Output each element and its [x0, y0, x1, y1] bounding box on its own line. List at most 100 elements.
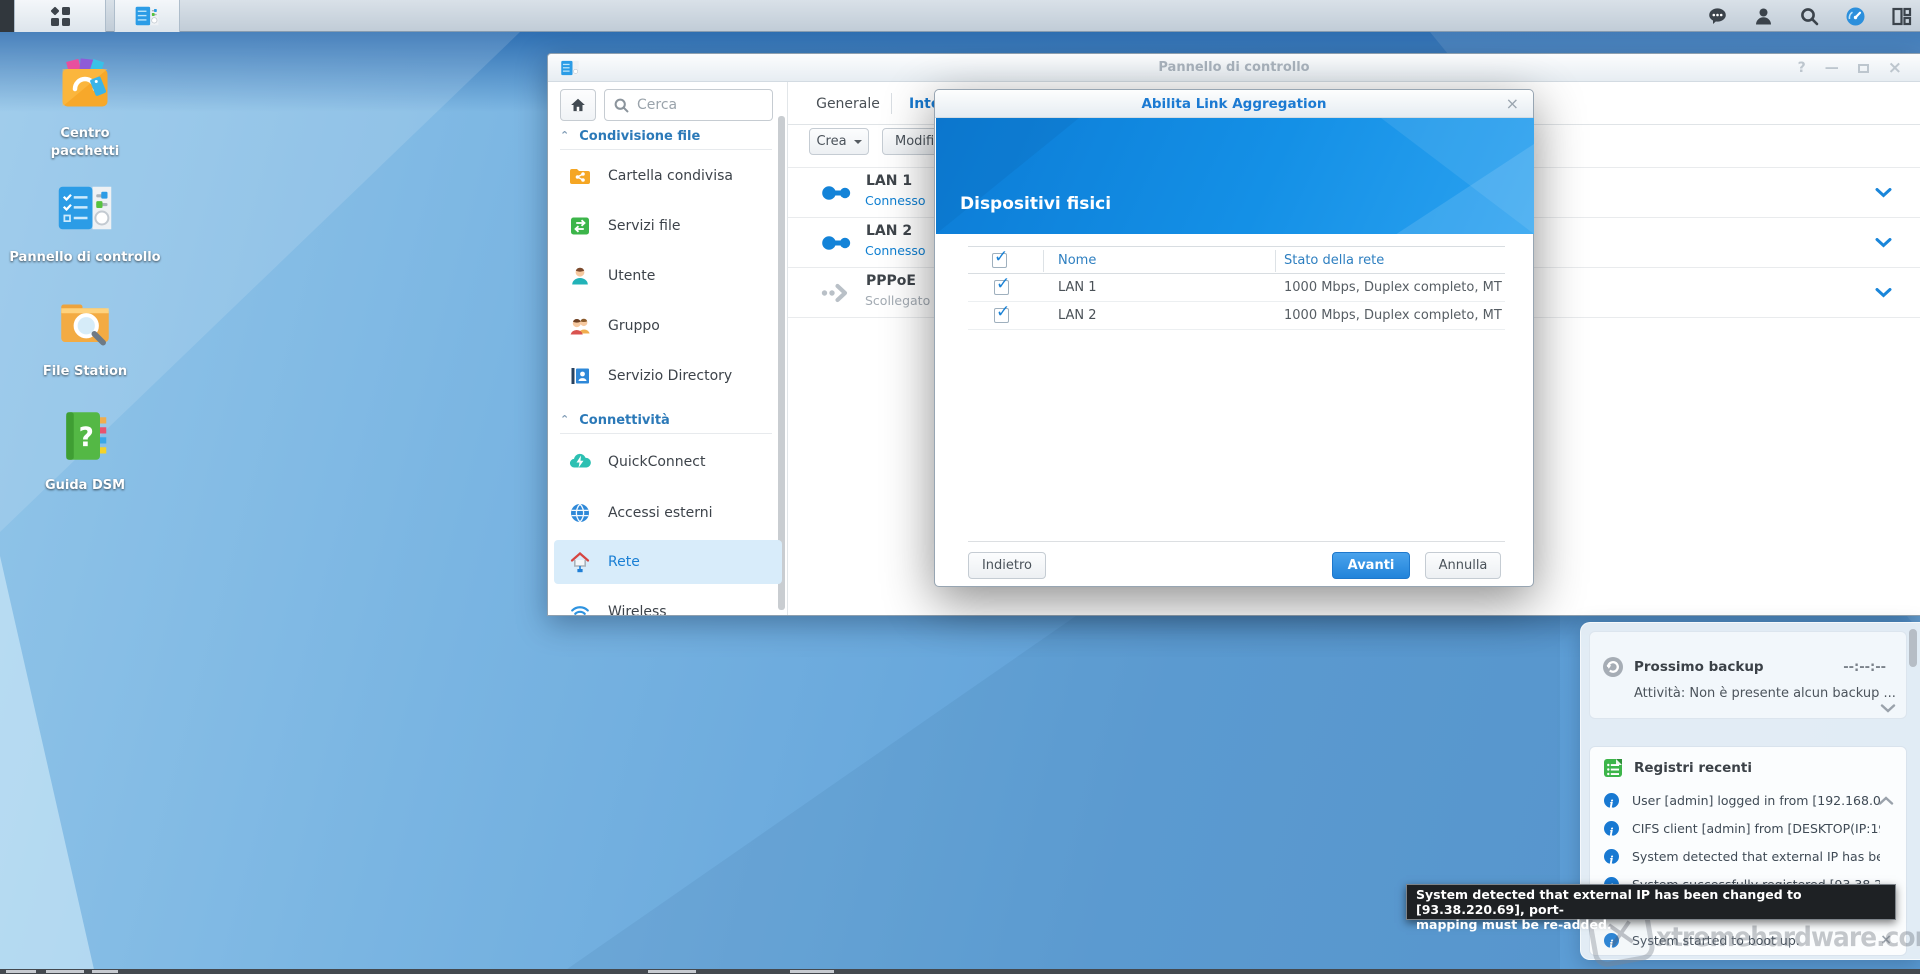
widgets-scrollbar[interactable]	[1909, 629, 1917, 667]
device-name: LAN 1	[1058, 280, 1097, 295]
table-row[interactable]: ✓ LAN 2 1000 Mbps, Duplex completo, MTU.…	[968, 302, 1505, 330]
chevron-down-icon[interactable]	[1880, 704, 1896, 713]
close-button[interactable]: ×	[1888, 60, 1902, 77]
column-header-name[interactable]: Nome	[1058, 253, 1096, 268]
devices-table: ✓ Nome Stato della rete ✓ LAN 1 1000 Mbp…	[968, 246, 1505, 330]
create-button[interactable]: Crea	[809, 128, 869, 155]
divider	[560, 149, 772, 150]
interface-name: PPPoE	[866, 273, 916, 289]
sidebar-item-label: Rete	[608, 554, 640, 570]
screen-bottom-edge	[0, 969, 1920, 974]
info-icon: i	[1604, 821, 1619, 836]
log-entry-text: CIFS client [admin] from [DESKTOP(IP:19.…	[1632, 821, 1880, 836]
chevron-up-icon: ⌃	[560, 129, 569, 142]
desktop: Centro pacchetti Pannello di controllo F…	[0, 0, 1920, 974]
desktop-icon-file-station[interactable]: File Station	[24, 292, 146, 381]
control-panel-task-button[interactable]	[114, 0, 180, 32]
info-icon: i	[1604, 933, 1619, 948]
window-controls: ? — ×	[1798, 54, 1902, 82]
user-icon[interactable]	[1753, 6, 1774, 27]
sidebar-item-shared-folder[interactable]: Cartella condivisa	[554, 154, 782, 198]
column-header-network-status[interactable]: Stato della rete	[1284, 253, 1384, 268]
sidebar-item-label: Accessi esterni	[608, 505, 713, 521]
pppoe-disconnected-icon	[820, 282, 854, 304]
desktop-icon-control-panel[interactable]: Pannello di controllo	[24, 178, 146, 267]
backup-icon	[1602, 656, 1624, 678]
chevron-down-icon[interactable]	[1875, 288, 1892, 298]
main-menu-grid-icon	[50, 6, 70, 26]
directory-service-icon	[568, 364, 592, 388]
close-icon[interactable]: ×	[1506, 94, 1519, 113]
lan-connected-icon	[820, 232, 854, 254]
sidebar-item-label: Gruppo	[608, 318, 660, 334]
search-icon[interactable]	[1799, 6, 1820, 27]
resource-monitor-icon[interactable]	[1845, 6, 1866, 27]
select-all-checkbox[interactable]: ✓	[992, 253, 1007, 268]
log-entry-text: User [admin] logged in from [192.168.0.1…	[1632, 793, 1880, 808]
sidebar-item-group[interactable]: Gruppo	[554, 304, 782, 348]
chevron-down-icon[interactable]	[1875, 238, 1892, 248]
section-header-connectivity[interactable]: ⌃Connettività	[560, 413, 670, 428]
tab-generale[interactable]: Generale	[810, 82, 886, 125]
widgets-icon[interactable]	[1891, 6, 1912, 27]
home-button[interactable]	[560, 89, 596, 121]
chevron-down-icon[interactable]	[1875, 188, 1892, 198]
control-panel-icon	[134, 3, 160, 29]
interface-status: Scollegato	[865, 293, 930, 308]
search-input[interactable]	[637, 90, 767, 120]
divider	[560, 433, 772, 434]
dialog-step-heading: Dispositivi fisici	[960, 194, 1111, 214]
log-entry-text: System started to boot up.	[1632, 933, 1880, 948]
log-entry[interactable]: i CIFS client [admin] from [DESKTOP(IP:1…	[1590, 815, 1906, 843]
section-header-file-sharing[interactable]: ⌃Condivisione file	[560, 129, 700, 144]
search-icon	[613, 97, 630, 114]
table-header-row: ✓ Nome Stato della rete	[968, 246, 1505, 274]
tooltip-line: System detected that external IP has bee…	[1416, 887, 1886, 917]
desktop-icon-dsm-help[interactable]: ? Guida DSM	[24, 406, 146, 495]
row-checkbox[interactable]: ✓	[994, 280, 1009, 295]
wallpaper-facet	[0, 556, 95, 974]
main-menu-button[interactable]	[14, 0, 106, 32]
log-entry[interactable]: i System detected that external IP has b…	[1590, 843, 1906, 871]
maximize-button[interactable]	[1858, 64, 1869, 73]
sidebar-item-label: Cartella condivisa	[608, 168, 733, 184]
desktop-icon-package-center[interactable]: Centro pacchetti	[24, 54, 146, 161]
sidebar-item-directory-service[interactable]: Servizio Directory	[554, 354, 782, 398]
row-checkbox[interactable]: ✓	[994, 308, 1009, 323]
back-button[interactable]: Indietro	[968, 552, 1046, 579]
interface-name: LAN 2	[866, 223, 912, 239]
desktop-icon-label: Centro pacchetti	[24, 125, 146, 161]
minimize-button[interactable]: —	[1825, 61, 1839, 75]
sidebar-item-external-access[interactable]: Accessi esterni	[554, 491, 782, 535]
log-entry-text: System detected that external IP has bee…	[1632, 849, 1880, 864]
cancel-button[interactable]: Annulla	[1425, 552, 1501, 579]
dialog-titlebar[interactable]: Abilita Link Aggregation ×	[935, 90, 1533, 118]
interface-name: LAN 1	[866, 173, 912, 189]
help-button[interactable]: ?	[1798, 61, 1806, 75]
info-icon: i	[1604, 849, 1619, 864]
log-entry[interactable]: i User [admin] logged in from [192.168.0…	[1590, 787, 1906, 815]
control-panel-icon	[55, 178, 115, 238]
chevron-up-icon[interactable]	[1878, 796, 1894, 805]
dialog-banner: Dispositivi fisici	[936, 118, 1534, 234]
device-status: 1000 Mbps, Duplex completo, MTU...	[1284, 308, 1502, 323]
taskbar-edge	[0, 0, 14, 32]
chat-icon[interactable]	[1707, 6, 1728, 27]
interface-status: Connesso	[865, 193, 926, 208]
sidebar-item-quickconnect[interactable]: QuickConnect	[554, 440, 782, 484]
dsm-help-icon: ?	[55, 406, 115, 466]
table-row[interactable]: ✓ LAN 1 1000 Mbps, Duplex completo, MTU.…	[968, 274, 1505, 302]
next-button[interactable]: Avanti	[1332, 552, 1410, 579]
window-titlebar[interactable]: Pannello di controllo ? — ×	[548, 54, 1920, 82]
close-icon[interactable]: ×	[1880, 932, 1892, 948]
user-icon	[568, 264, 592, 288]
sidebar-item-label: Servizio Directory	[608, 368, 732, 384]
sidebar-item-file-services[interactable]: Servizi file	[554, 204, 782, 248]
sidebar-item-wireless[interactable]: Wireless	[554, 590, 782, 615]
logs-icon	[1602, 757, 1624, 779]
group-icon	[568, 314, 592, 338]
external-access-icon	[568, 501, 592, 525]
taskbar	[0, 0, 1920, 32]
sidebar-item-network[interactable]: Rete	[554, 540, 782, 584]
sidebar-item-user[interactable]: Utente	[554, 254, 782, 298]
